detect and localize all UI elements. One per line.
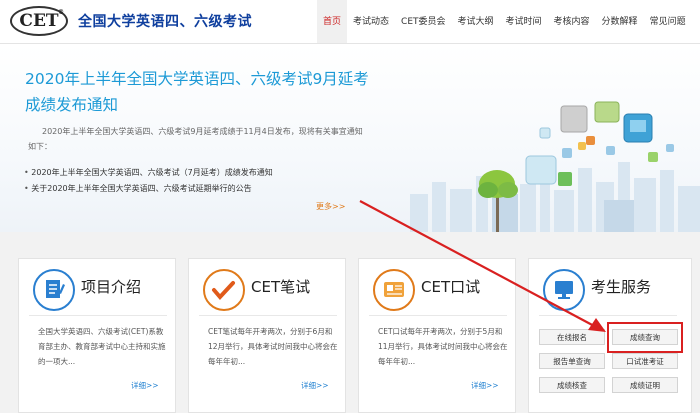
score-check-button[interactable]: 成绩核查 [539,377,605,393]
nav-cet-committee[interactable]: CET委员会 [395,0,451,44]
logo-text: CET [19,11,59,31]
banner-more-link[interactable]: 更多>> [316,201,345,212]
floating-cubes-image [525,101,674,186]
news-banner: 2020年上半年全国大学英语四、六级考试9月延考成绩发布通知 2020年上半年全… [0,44,700,232]
banner-headline[interactable]: 2020年上半年全国大学英语四、六级考试9月延考成绩发布通知 [25,66,375,118]
online-registration-button[interactable]: 在线报名 [539,329,605,345]
card-more-link[interactable]: 详细>> [471,380,499,391]
card-description: CET笔试每年开考两次，分别于6月和12月举行，具体考试时间我中心将会在每年年初… [208,327,338,366]
card-title[interactable]: CET笔试 [251,276,310,297]
card-description: CET口试每年开考两次，分别于5月和11月举行，具体考试时间我中心将会在每年年初… [378,327,508,366]
registered-mark: ® [58,9,64,16]
card-title[interactable]: 项目介绍 [81,276,141,297]
card-title[interactable]: CET口试 [421,276,480,297]
card-cet-oral: CET口试 CET口试每年开考两次，分别于5月和11月举行，具体考试时间我中心将… [358,258,516,413]
oral-admission-button[interactable]: 口试准考证 [612,353,678,369]
score-certificate-button[interactable]: 成绩证明 [612,377,678,393]
computer-icon [543,269,585,311]
card-project-intro: 项目介绍 全国大学英语四、六级考试(CET)系教育部主办、教育部考试中心主持和实… [18,258,176,413]
banner-news-list: 2020年上半年全国大学英语四、六级考试（7月延考）成绩发布通知 关于2020年… [24,165,364,197]
nav-home[interactable]: 首页 [317,0,348,44]
cet-logo[interactable]: CET ® [10,6,68,36]
id-card-icon [373,269,415,311]
report-query-button[interactable]: 报告单查询 [539,353,605,369]
site-title[interactable]: 全国大学英语四、六级考试 [78,11,252,31]
card-divider [369,315,507,316]
news-link[interactable]: 关于2020年上半年全国大学英语四、六级考试延期举行的公告 [24,181,364,197]
banner-lead-text: 2020年上半年全国大学英语四、六级考试9月延考成绩于11月4日发布，现将有关事… [28,127,363,151]
nav-exam-time[interactable]: 考试时间 [500,0,548,44]
nav-syllabus[interactable]: 考试大纲 [452,0,500,44]
card-cet-written: CET笔试 CET笔试每年开考两次，分别于6月和12月举行，具体考试时间我中心将… [188,258,346,413]
card-more-link[interactable]: 详细>> [131,380,159,391]
checkmark-icon [203,269,245,311]
score-query-button[interactable]: 成绩查询 [612,329,678,345]
nav-exam-news[interactable]: 考试动态 [347,0,395,44]
nav-score-explanation[interactable]: 分数解释 [596,0,644,44]
news-link[interactable]: 2020年上半年全国大学英语四、六级考试（7月延考）成绩发布通知 [24,165,364,181]
card-more-link[interactable]: 详细>> [301,380,329,391]
card-divider [29,315,167,316]
site-header: CET ® 全国大学英语四、六级考试 首页 考试动态 CET委员会 考试大纲 考… [0,0,700,44]
main-nav: 首页 考试动态 CET委员会 考试大纲 考试时间 考核内容 分数解释 常见问题 [317,0,692,44]
nav-faq[interactable]: 常见问题 [644,0,692,44]
card-divider [539,315,677,316]
card-description: 全国大学英语四、六级考试(CET)系教育部主办、教育部考试中心主持和实施的一项大… [38,327,166,366]
card-divider [199,315,337,316]
card-title[interactable]: 考生服务 [591,276,651,297]
city-illustration [410,101,700,232]
nav-exam-content[interactable]: 考核内容 [548,0,596,44]
document-icon [33,269,75,311]
